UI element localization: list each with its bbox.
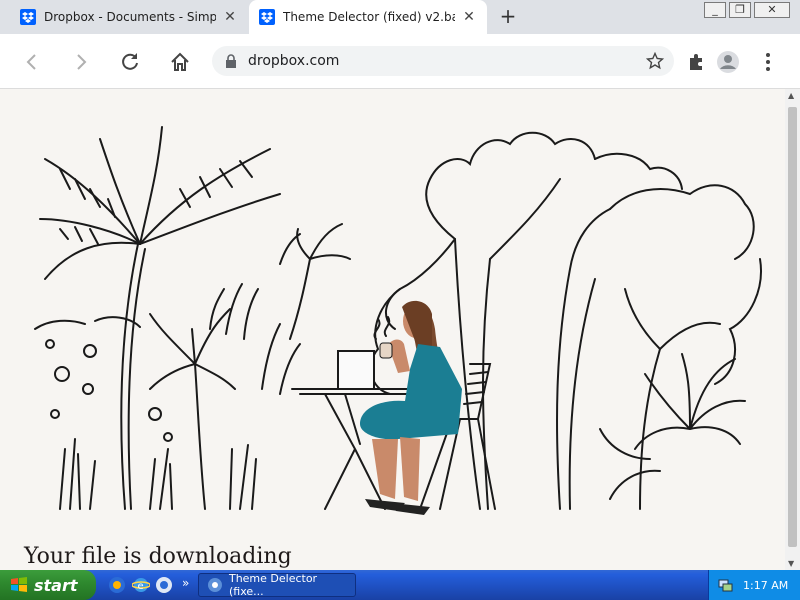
show-desktop-icon[interactable] bbox=[155, 576, 173, 594]
dropbox-icon bbox=[259, 9, 275, 25]
task-label: Theme Delector (fixe... bbox=[228, 572, 318, 598]
avatar-icon bbox=[717, 51, 739, 73]
page-scrollbar[interactable]: ▲ ▼ bbox=[785, 89, 800, 570]
kebab-menu-icon bbox=[766, 53, 770, 71]
puzzle-icon bbox=[690, 54, 702, 70]
close-icon[interactable]: ✕ bbox=[222, 9, 238, 25]
url-text: dropbox.com bbox=[248, 53, 340, 69]
window-close-button[interactable]: ✕ bbox=[754, 2, 790, 18]
tab-strip: Dropbox - Documents - Simplify your ✕ Th… bbox=[0, 0, 800, 34]
maximize-button[interactable]: ❐ bbox=[729, 2, 751, 18]
home-icon bbox=[171, 52, 189, 71]
arrow-right-icon bbox=[77, 54, 87, 70]
tab-theme-delector[interactable]: Theme Delector (fixed) v2.bat ✕ bbox=[249, 0, 487, 34]
home-button[interactable] bbox=[166, 48, 194, 76]
lock-icon bbox=[226, 54, 236, 68]
back-button[interactable] bbox=[18, 48, 46, 76]
tab-dropbox-documents[interactable]: Dropbox - Documents - Simplify your ✕ bbox=[10, 0, 248, 34]
new-tab-button[interactable]: + bbox=[497, 6, 519, 28]
tab-title: Theme Delector (fixed) v2.bat bbox=[283, 10, 455, 24]
profile-button[interactable] bbox=[714, 48, 742, 76]
close-icon[interactable]: ✕ bbox=[461, 9, 477, 25]
page-content: Your file is downloading bbox=[0, 89, 785, 570]
download-heading: Your file is downloading bbox=[24, 544, 292, 569]
clock[interactable]: 1:17 AM bbox=[743, 579, 788, 592]
taskbar-task-theme-delector[interactable]: Theme Delector (fixe... bbox=[198, 572, 356, 598]
svg-text:e: e bbox=[138, 581, 144, 592]
browser-toolbar: dropbox.com bbox=[0, 34, 800, 89]
extensions-button[interactable] bbox=[682, 48, 710, 76]
scrollbar-thumb[interactable] bbox=[788, 107, 797, 547]
dropbox-icon bbox=[20, 9, 36, 25]
reload-icon bbox=[122, 53, 138, 70]
reload-button[interactable] bbox=[116, 48, 144, 76]
scroll-up-icon[interactable]: ▲ bbox=[788, 91, 794, 100]
system-tray: 1:17 AM bbox=[708, 570, 800, 600]
taskbar: start e » Theme Delector (fixe... 1:17 A… bbox=[0, 570, 800, 600]
forward-button[interactable] bbox=[67, 48, 95, 76]
windows-logo-icon bbox=[11, 577, 27, 592]
scroll-down-icon[interactable]: ▼ bbox=[788, 559, 794, 568]
illustration-garden-woman bbox=[34, 126, 762, 515]
chrome-icon bbox=[207, 578, 222, 592]
tab-title: Dropbox - Documents - Simplify your bbox=[44, 10, 216, 24]
menu-button[interactable] bbox=[754, 48, 782, 76]
arrow-left-icon bbox=[26, 54, 36, 70]
minimize-button[interactable]: _ bbox=[704, 2, 726, 18]
network-icon[interactable] bbox=[717, 577, 733, 593]
bookmark-star-icon bbox=[646, 52, 664, 70]
start-label: start bbox=[34, 575, 78, 595]
address-bar[interactable]: dropbox.com bbox=[212, 46, 674, 76]
start-button[interactable]: start bbox=[0, 570, 96, 600]
quick-launch-overflow[interactable]: » bbox=[182, 576, 189, 590]
media-player-icon[interactable] bbox=[108, 576, 126, 594]
internet-explorer-icon[interactable]: e bbox=[132, 576, 150, 594]
